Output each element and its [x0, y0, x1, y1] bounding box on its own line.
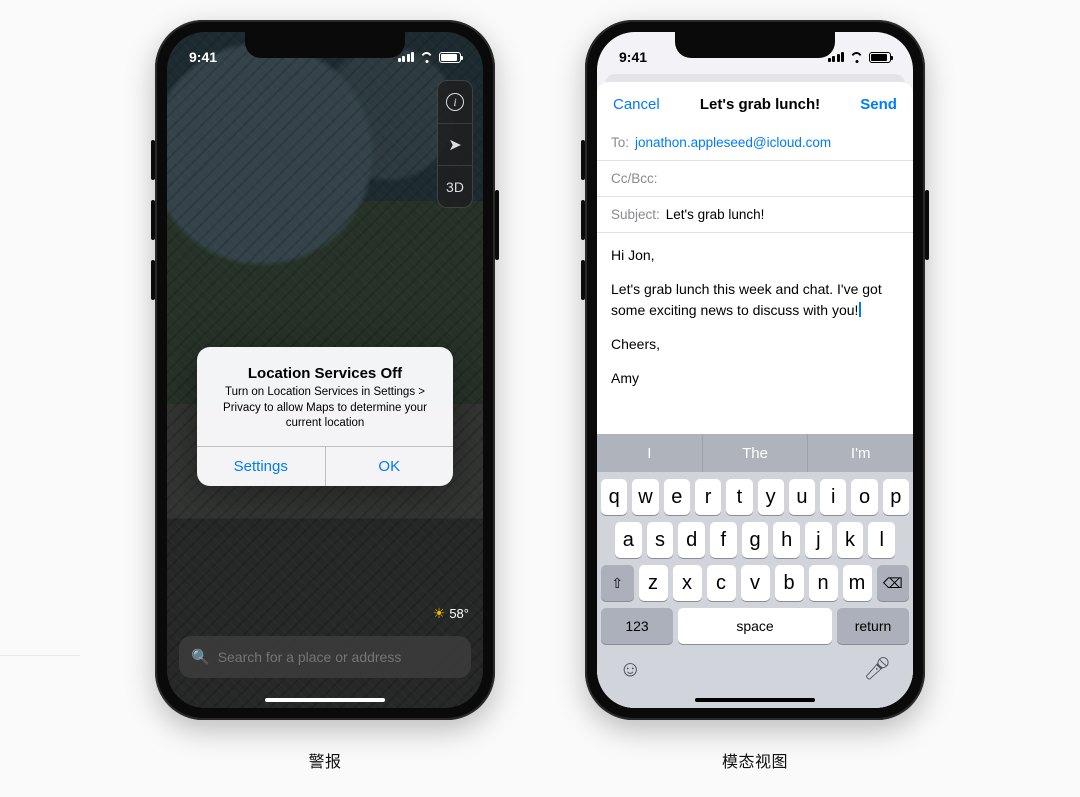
key-c[interactable]: c [707, 565, 736, 601]
notch [675, 32, 835, 58]
body-line: Hi Jon, [611, 245, 899, 265]
wifi-icon [419, 52, 434, 63]
alert-title: Location Services Off [211, 365, 439, 382]
weather-temp: 58° [449, 606, 469, 621]
key-u[interactable]: u [789, 479, 815, 515]
key-z[interactable]: z [639, 565, 668, 601]
key-k[interactable]: k [837, 522, 864, 558]
battery-icon [439, 52, 461, 63]
key-f[interactable]: f [710, 522, 737, 558]
keyboard: I The I'm q w e r t y u i [597, 434, 913, 708]
alert-settings-button[interactable]: Settings [197, 447, 325, 486]
alert-dialog: Location Services Off Turn on Location S… [197, 347, 453, 486]
sun-icon: ☀︎ [433, 605, 446, 622]
caption-left: 警报 [308, 748, 341, 772]
return-key[interactable]: return [837, 608, 909, 644]
key-i[interactable]: i [820, 479, 846, 515]
weather-badge[interactable]: ☀︎ 58° [433, 605, 469, 622]
home-indicator[interactable] [265, 698, 385, 702]
dictation-button[interactable]: 🎤︎ [863, 656, 891, 682]
key-l[interactable]: l [868, 522, 895, 558]
home-indicator[interactable] [695, 698, 815, 702]
suggestion-bar: I The I'm [597, 434, 913, 472]
subject-label: Subject: [611, 207, 660, 222]
cc-label: Cc/Bcc: [611, 171, 658, 186]
search-bar[interactable]: 🔍 [179, 636, 471, 678]
3d-button[interactable]: 3D [438, 165, 472, 207]
locate-button[interactable]: ➤ [438, 123, 472, 165]
space-key[interactable]: space [678, 608, 832, 644]
key-w[interactable]: w [632, 479, 658, 515]
key-r[interactable]: r [695, 479, 721, 515]
shift-icon: ⇧ [611, 575, 623, 592]
status-time: 9:41 [619, 49, 647, 65]
key-b[interactable]: b [775, 565, 804, 601]
shift-key[interactable]: ⇧ [601, 565, 634, 601]
key-t[interactable]: t [726, 479, 752, 515]
sheet-title: Let's grab lunch! [700, 96, 820, 113]
key-m[interactable]: m [843, 565, 872, 601]
key-h[interactable]: h [773, 522, 800, 558]
battery-icon [869, 52, 891, 63]
cc-bcc-field[interactable]: Cc/Bcc: [597, 161, 913, 197]
key-p[interactable]: p [883, 479, 909, 515]
status-time: 9:41 [189, 49, 217, 65]
notch [245, 32, 405, 58]
subject-value: Let's grab lunch! [666, 207, 765, 222]
key-x[interactable]: x [673, 565, 702, 601]
to-label: To: [611, 135, 629, 150]
alert-message: Turn on Location Services in Settings > … [211, 385, 439, 432]
search-icon: 🔍 [191, 648, 210, 666]
cancel-button[interactable]: Cancel [613, 96, 660, 113]
key-s[interactable]: s [647, 522, 674, 558]
map-controls: i ➤ 3D [437, 80, 473, 208]
emoji-icon: ☺ [619, 656, 641, 681]
caption-right: 模态视图 [722, 748, 788, 772]
key-o[interactable]: o [851, 479, 877, 515]
device-mail: 9:41 Cancel Let's grab lunch! Send [585, 20, 925, 720]
suggestion[interactable]: I'm [807, 434, 913, 472]
body-line: Let's grab lunch this week and chat. I'v… [611, 279, 899, 320]
numbers-key[interactable]: 123 [601, 608, 673, 644]
key-y[interactable]: y [758, 479, 784, 515]
send-button[interactable]: Send [860, 96, 897, 113]
microphone-icon: 🎤︎ [863, 656, 891, 681]
suggestion[interactable]: I [597, 434, 702, 472]
key-g[interactable]: g [742, 522, 769, 558]
body-line: Cheers, [611, 334, 899, 354]
key-n[interactable]: n [809, 565, 838, 601]
info-button[interactable]: i [438, 81, 472, 123]
compose-sheet: Cancel Let's grab lunch! Send To: jonath… [597, 82, 913, 708]
wifi-icon [849, 52, 864, 63]
search-input[interactable] [218, 649, 459, 665]
backspace-icon: ⌫ [883, 575, 903, 592]
key-a[interactable]: a [615, 522, 642, 558]
suggestion[interactable]: The [702, 434, 808, 472]
to-field[interactable]: To: jonathon.appleseed@icloud.com [597, 125, 913, 161]
key-e[interactable]: e [664, 479, 690, 515]
body-line: Amy [611, 368, 899, 388]
device-maps: 9:41 i ➤ 3D ☀︎ 58° [155, 20, 495, 720]
key-j[interactable]: j [805, 522, 832, 558]
key-v[interactable]: v [741, 565, 770, 601]
backspace-key[interactable]: ⌫ [877, 565, 910, 601]
divider [0, 655, 80, 656]
key-q[interactable]: q [601, 479, 627, 515]
alert-ok-button[interactable]: OK [325, 447, 454, 486]
location-arrow-icon: ➤ [448, 135, 461, 155]
info-icon: i [446, 93, 464, 111]
emoji-button[interactable]: ☺ [619, 656, 641, 682]
subject-field[interactable]: Subject: Let's grab lunch! [597, 197, 913, 233]
to-value: jonathon.appleseed@icloud.com [635, 135, 831, 150]
key-d[interactable]: d [678, 522, 705, 558]
